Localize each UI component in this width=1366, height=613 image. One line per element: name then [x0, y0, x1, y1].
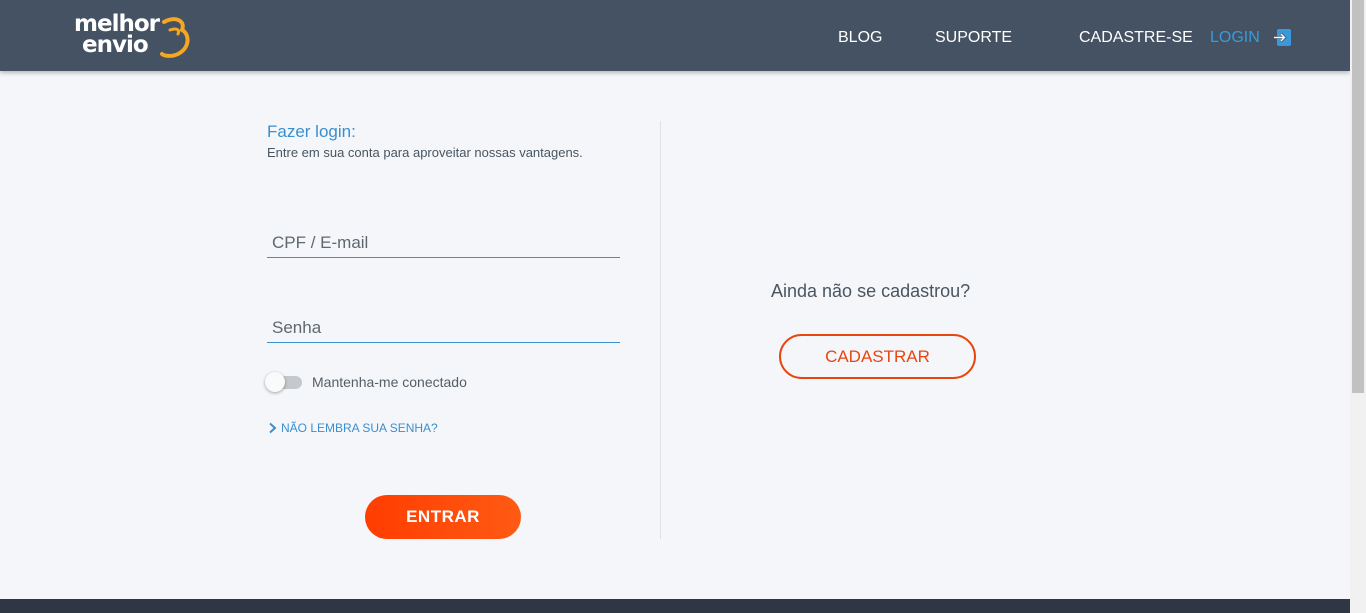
nav-link-login[interactable]: LOGIN — [1210, 0, 1260, 71]
submit-login-button[interactable]: ENTRAR — [365, 495, 521, 539]
nav-link-signup[interactable]: CADASTRE-SE — [1079, 0, 1193, 71]
footer-bar — [0, 599, 1350, 613]
page-scrollbar[interactable] — [1350, 0, 1366, 613]
forgot-password-link[interactable]: NÃO LEMBRA SUA SENHA? — [268, 421, 438, 435]
nav-link-support[interactable]: SUPORTE — [935, 0, 1012, 71]
chevron-right-icon — [269, 422, 277, 434]
toggle-knob — [265, 372, 285, 392]
remember-me-label[interactable]: Mantenha-me conectado — [312, 374, 467, 390]
login-subtitle: Entre em sua conta para aproveitar nossa… — [267, 145, 583, 160]
top-navbar: melhor envio BLOG SUPORTE CADASTRE-SE LO… — [0, 0, 1350, 71]
password-input[interactable] — [267, 313, 620, 343]
register-button[interactable]: CADASTRAR — [779, 334, 976, 379]
sign-in-icon[interactable] — [1274, 29, 1291, 46]
scrollbar-thumb[interactable] — [1352, 0, 1364, 393]
vertical-divider — [660, 121, 661, 539]
login-title: Fazer login: — [267, 122, 356, 141]
nav-link-blog[interactable]: BLOG — [838, 0, 882, 71]
logo-text-line2: envio — [82, 32, 149, 58]
cpf-email-input[interactable] — [267, 228, 620, 258]
register-question: Ainda não se cadastrou? — [771, 281, 971, 301]
logo-swoosh-icon — [160, 17, 190, 58]
remember-me-toggle[interactable] — [265, 372, 302, 392]
forgot-password-label: NÃO LEMBRA SUA SENHA? — [281, 421, 438, 435]
melhor-envio-logo[interactable]: melhor envio — [74, 10, 194, 66]
